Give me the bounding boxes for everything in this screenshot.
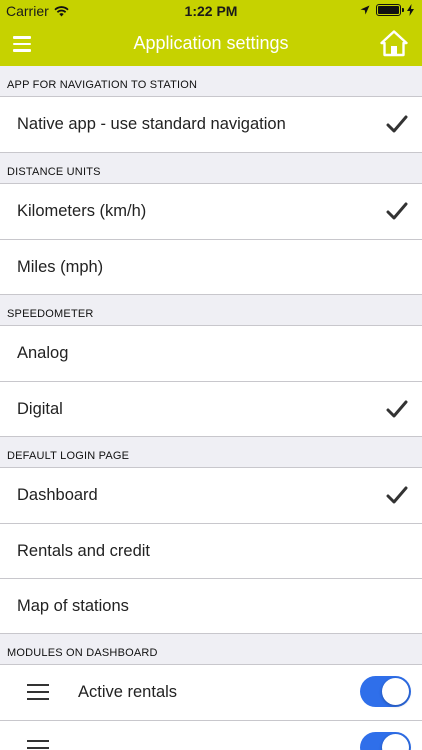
login-options: Dashboard Rentals and credit Map of stat… [0,467,422,634]
option-digital[interactable]: Digital [0,381,422,436]
module-toggle[interactable] [360,676,411,707]
distance-options: Kilometers (km/h) Miles (mph) [0,183,422,295]
drag-handle-icon[interactable] [27,684,49,700]
option-native-app[interactable]: Native app - use standard navigation [0,97,422,152]
module-next [0,720,422,750]
option-dashboard[interactable]: Dashboard [0,468,422,523]
option-analog[interactable]: Analog [0,326,422,381]
battery-icon [376,4,404,16]
section-header-modules: MODULES ON DASHBOARD [7,647,158,659]
option-label: Dashboard [17,486,98,504]
settings-list: APP FOR NAVIGATION TO STATION Native app… [0,66,422,750]
option-label: Rentals and credit [17,541,150,560]
checkmark-icon [386,202,408,220]
location-arrow-icon [360,5,370,15]
toggle-knob [382,734,409,750]
module-label: Active rentals [78,683,178,701]
status-right [360,4,414,16]
modules-list: Active rentals [0,664,422,750]
option-label: Map of stations [17,596,129,615]
home-icon[interactable] [380,29,408,57]
option-map-stations[interactable]: Map of stations [0,578,422,633]
section-header-login: DEFAULT LOGIN PAGE [7,450,130,462]
charging-bolt-icon [407,4,414,16]
nav-bar: Application settings [0,22,422,66]
section-header-speedometer: SPEEDOMETER [7,308,94,320]
page-title: Application settings [133,33,289,53]
checkmark-icon [386,400,408,418]
speedometer-options: Analog Digital [0,325,422,437]
checkmark-icon [386,486,408,504]
section-header-navigation: APP FOR NAVIGATION TO STATION [7,79,198,91]
drag-handle-icon[interactable] [27,740,49,750]
option-rentals-credit[interactable]: Rentals and credit [0,523,422,578]
option-label: Native app - use standard navigation [17,115,286,133]
option-label: Analog [17,344,69,362]
section-header-distance: DISTANCE UNITS [7,166,101,178]
option-kilometers[interactable]: Kilometers (km/h) [0,184,422,239]
module-toggle[interactable] [360,732,411,750]
toggle-knob [382,678,409,705]
checkmark-icon [386,115,408,133]
option-label: Digital [17,399,63,418]
status-bar: Carrier 1:22 PM [0,0,422,22]
option-label: Miles (mph) [17,257,104,276]
battery-level [378,6,399,14]
module-active-rentals: Active rentals [0,665,422,720]
option-miles[interactable]: Miles (mph) [0,239,422,294]
status-time: 1:22 PM [184,3,238,19]
option-label: Kilometers (km/h) [17,202,147,220]
navigation-options: Native app - use standard navigation [0,96,422,153]
